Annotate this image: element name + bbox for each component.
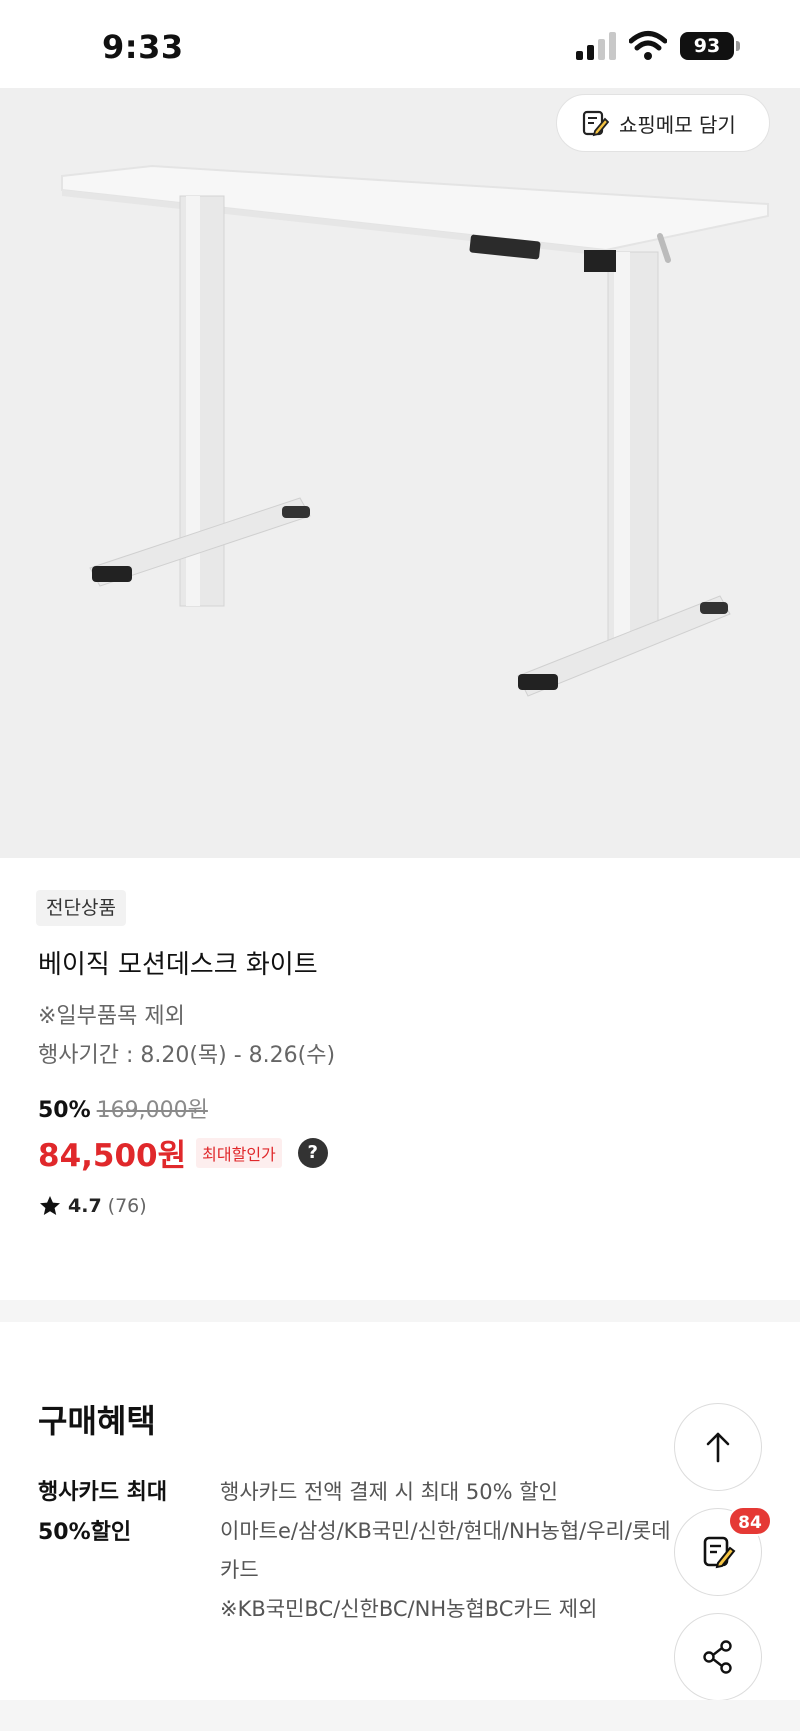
scroll-top-button[interactable] xyxy=(674,1403,762,1491)
rating-value: 4.7 xyxy=(68,1195,102,1217)
section-divider xyxy=(0,1300,800,1322)
share-icon xyxy=(703,1640,732,1674)
memo-pencil-icon xyxy=(582,110,609,137)
star-icon xyxy=(40,1196,60,1215)
sale-price: 84,500원 xyxy=(38,1138,187,1174)
max-discount-label: 최대할인가 xyxy=(196,1137,282,1168)
status-bar: 9:33 93 xyxy=(0,0,800,88)
benefit-desc-line: 행사카드 전액 결제 시 최대 50% 할인 xyxy=(220,1480,558,1504)
help-icon[interactable]: ? xyxy=(297,1137,328,1168)
benefit-label-line: 50%할인 xyxy=(38,1520,132,1545)
shopping-memo-label: 쇼핑메모 담기 xyxy=(619,112,736,137)
exclusion-note: ※일부품목 제외 xyxy=(38,1004,185,1029)
discount-rate: 50% xyxy=(38,1098,91,1123)
price-line: 84,500원 최대할인가 ? xyxy=(38,1130,328,1175)
bottom-divider xyxy=(0,1700,800,1731)
review-count: (76) xyxy=(107,1195,147,1217)
battery-icon: 93 xyxy=(680,32,740,60)
discount-line: 50% 169,000원 xyxy=(38,1092,208,1124)
status-time: 9:33 xyxy=(102,28,184,66)
shopping-memo-button[interactable]: 쇼핑메모 담기 xyxy=(556,94,770,152)
product-image[interactable]: 쇼핑메모 담기 xyxy=(0,88,800,858)
benefit-desc-line: ※KB국민BC/신한BC/NH농협BC카드 제외 xyxy=(220,1597,598,1621)
benefit-label-line: 행사카드 최대 xyxy=(38,1480,168,1505)
share-button[interactable] xyxy=(674,1613,762,1701)
benefits-heading: 구매혜택 xyxy=(38,1402,156,1440)
original-price: 169,000원 xyxy=(96,1098,208,1123)
signal-icon xyxy=(576,32,616,60)
event-period: 행사기간 : 8.20(목) - 8.26(수) xyxy=(38,1043,336,1068)
memo-count-badge: 84 xyxy=(728,1506,772,1536)
benefit-desc-line: 카드 xyxy=(220,1558,259,1582)
benefit-description: 행사카드 전액 결제 시 최대 50% 할인 이마트e/삼성/KB국민/신한/현… xyxy=(220,1473,671,1629)
benefit-label: 행사카드 최대 50%할인 xyxy=(38,1473,198,1553)
benefit-desc-line: 이마트e/삼성/KB국민/신한/현대/NH농협/우리/롯데 xyxy=(220,1519,671,1543)
flyer-badge: 전단상품 xyxy=(36,890,126,926)
rating[interactable]: 4.7 (76) xyxy=(38,1194,147,1218)
desk-illustration xyxy=(61,164,769,697)
memo-pencil-icon xyxy=(703,1536,736,1569)
arrow-up-icon xyxy=(706,1432,730,1463)
battery-level: 93 xyxy=(680,32,734,60)
product-title: 베이직 모션데스크 화이트 xyxy=(38,950,318,980)
wifi-icon xyxy=(629,31,667,60)
